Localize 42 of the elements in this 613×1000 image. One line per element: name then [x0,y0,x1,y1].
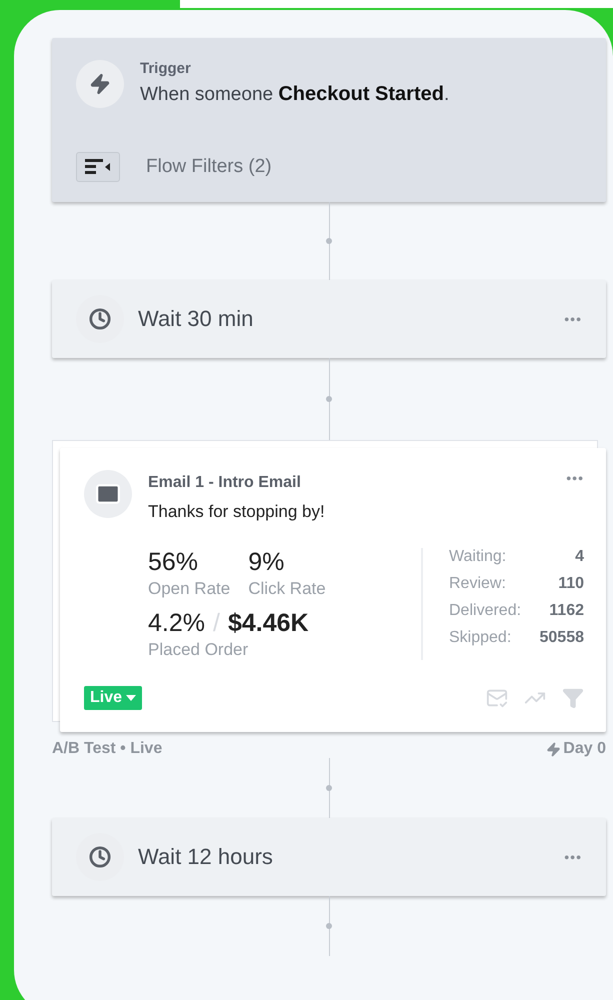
order-rate-value: 4.2% [148,609,205,638]
trigger-description: When someone Checkout Started. [140,83,450,106]
wait-card[interactable]: Wait 12 hours ••• [52,818,606,896]
rate-label: Click Rate [248,579,326,599]
rate-label: Open Rate [148,579,230,599]
rate-value: 56% [148,548,200,577]
rate-value: 9% [248,548,286,577]
trigger-card[interactable]: Trigger When someone Checkout Started. Flow Filters (2) [52,38,606,202]
caret-icon [126,695,136,701]
status-dropdown[interactable]: Live [84,686,142,710]
connector-dot [326,923,332,929]
connector-dot [326,785,332,791]
email-subject: Thanks for stopping by! [148,502,326,522]
wait-label: Wait 30 min [138,306,254,332]
count-label: Waiting: [449,548,506,566]
trigger-label: Trigger [140,60,192,77]
placed-order-label: Placed Order [148,640,250,660]
count-value: 50558 [540,629,584,647]
wait-label: Wait 12 hours [138,844,274,870]
more-menu-button[interactable]: ••• [564,311,582,327]
day-label: Day 0 [563,740,606,758]
email-title: Email 1 - Intro Email [148,474,302,492]
connector-dot [326,396,332,402]
flow-filters-label[interactable]: Flow Filters (2) [146,156,272,178]
filter-icon[interactable] [76,152,120,182]
count-value: 110 [558,575,584,593]
lightning-icon [546,742,562,756]
separator-slash: / [212,609,220,638]
lightning-icon [76,60,124,108]
connector-dot [326,238,332,244]
count-label: Review: [449,575,506,593]
wait-card[interactable]: Wait 30 min ••• [52,280,606,358]
more-menu-button[interactable]: ••• [566,470,584,486]
mail-check-icon[interactable] [486,687,508,709]
email-card[interactable]: Email 1 - Intro Email Thanks for stopping by! ••• 56% Open Rate 9% Click Rate 4.2% / $4.46K Placed Order Waiting: 4 Review: 110 Delivered: 1162 Skipped: 50558 Live [60,448,606,732]
order-revenue-value: $4.46K [228,609,309,638]
count-label: Delivered: [449,602,522,620]
count-label: Skipped: [449,629,512,647]
more-menu-button[interactable]: ••• [564,849,582,865]
count-value: 1162 [549,602,584,620]
count-value: 4 [575,548,584,566]
ab-test-status: A/B Test • Live [52,740,162,758]
